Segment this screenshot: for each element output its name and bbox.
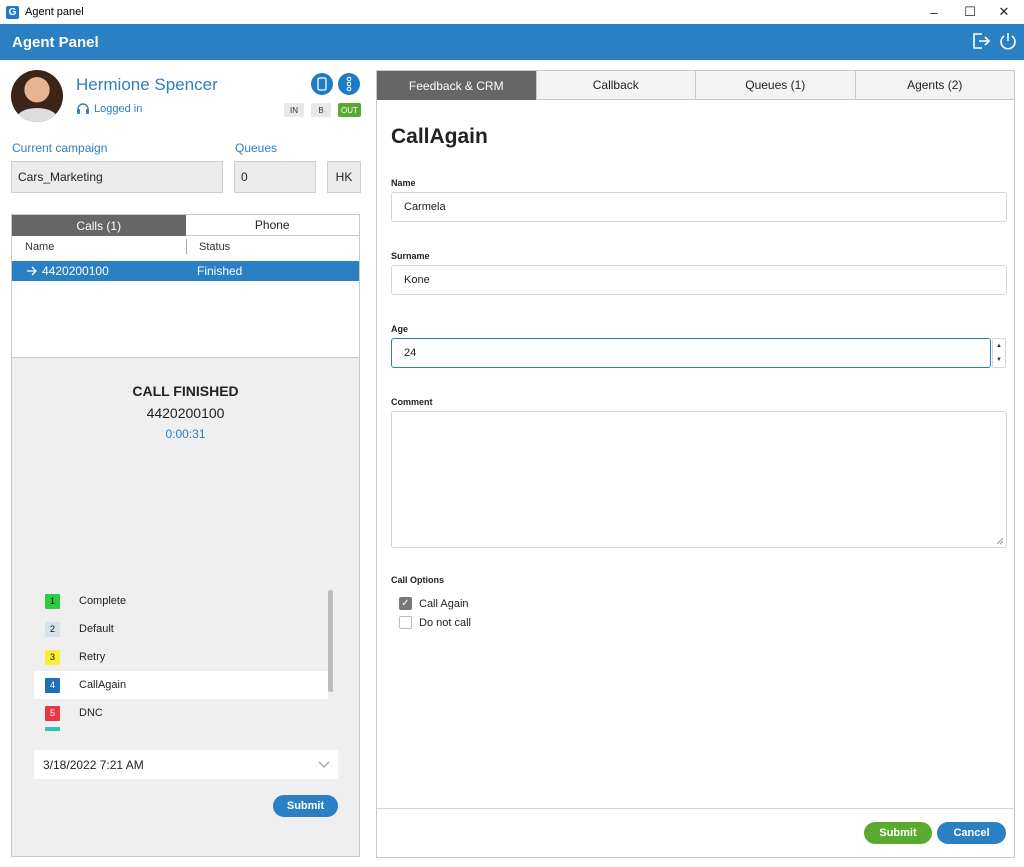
campaign-label: Current campaign (12, 141, 108, 155)
list-item[interactable]: 3 Retry (34, 643, 328, 671)
table-row[interactable]: 4420200100 Finished (12, 261, 359, 281)
disposition-label: CallAgain (79, 679, 127, 691)
queues-field: 0 (234, 161, 316, 193)
campaign-field: Cars_Marketing (11, 161, 223, 193)
mode-b-toggle[interactable]: B (311, 103, 331, 117)
disposition-label: Complete (79, 595, 127, 607)
calls-panel: Calls (1) Phone Name Status 4420200100 F… (11, 214, 360, 857)
logout-icon[interactable] (970, 30, 992, 52)
do-not-call-checkbox[interactable]: Do not call (399, 616, 471, 629)
name-label: Name (391, 178, 416, 188)
datetime-value: 3/18/2022 7:21 AM (43, 757, 144, 772)
stepper-down-icon[interactable]: ▼ (996, 357, 1002, 363)
surname-label: Surname (391, 251, 430, 261)
comment-textarea[interactable] (391, 411, 1007, 548)
more-vertical-icon (346, 76, 352, 92)
mode-out-toggle[interactable]: OUT (338, 103, 361, 117)
column-divider (186, 239, 187, 254)
app-header: Agent Panel (0, 24, 1024, 60)
header-title: Agent Panel (12, 33, 99, 51)
call-again-checkbox[interactable]: ✓ Call Again (399, 597, 469, 610)
mode-in-toggle[interactable]: IN (284, 103, 304, 117)
right-tabs: Feedback & CRM Callback Queues (1) Agent… (377, 71, 1014, 100)
age-field[interactable]: 24 (391, 338, 991, 368)
disposition-label: DNC (79, 707, 103, 719)
calls-tabs: Calls (1) Phone (12, 215, 359, 236)
surname-field[interactable]: Kone (391, 265, 1007, 295)
call-options-label: Call Options (391, 575, 445, 585)
comment-label: Comment (391, 397, 433, 407)
do-not-call-label: Do not call (419, 616, 471, 629)
tab-agents[interactable]: Agents (2) (855, 71, 1014, 100)
tab-calls[interactable]: Calls (1) (12, 215, 186, 236)
window-title: Agent panel (25, 6, 84, 18)
window-titlebar: G Agent panel – ☐ ✕ (0, 0, 1024, 24)
list-item[interactable]: 2 Default (34, 615, 328, 643)
stepper-up-icon[interactable]: ▲ (996, 343, 1002, 349)
power-icon[interactable] (997, 30, 1019, 52)
right-panel: Feedback & CRM Callback Queues (1) Agent… (376, 70, 1015, 858)
age-stepper[interactable]: ▲ ▼ (992, 338, 1006, 368)
cancel-button[interactable]: Cancel (937, 822, 1006, 844)
tab-phone[interactable]: Phone (185, 215, 359, 236)
disposition-number: 4 (45, 677, 60, 693)
call-number: 4420200100 (146, 405, 225, 421)
agent-status: Logged in (76, 102, 142, 116)
disposition-list: 1 Complete 2 Default 3 Retry 4 CallAgain… (34, 587, 328, 731)
column-header-name[interactable]: Name (25, 241, 54, 253)
tab-feedback-crm[interactable]: Feedback & CRM (377, 71, 537, 100)
name-field[interactable]: Carmela (391, 192, 1007, 222)
call-state: CALL FINISHED (132, 383, 239, 399)
options-button[interactable] (338, 73, 360, 95)
disposition-number: 5 (45, 705, 60, 721)
calls-list: Name Status 4420200100 Finished (12, 236, 359, 358)
age-label: Age (391, 324, 409, 334)
list-item[interactable]: 5 DNC (34, 699, 328, 727)
headset-icon (77, 103, 89, 114)
avatar (11, 70, 63, 122)
mobile-phone-icon (317, 77, 327, 91)
minimize-button[interactable]: – (914, 0, 954, 24)
close-button[interactable]: ✕ (984, 0, 1024, 24)
list-item[interactable]: 1 Complete (34, 587, 328, 615)
checkmark-icon: ✓ (399, 597, 412, 610)
left-submit-button[interactable]: Submit (273, 795, 338, 817)
resize-handle-icon[interactable] (996, 537, 1004, 545)
tab-queues[interactable]: Queues (1) (696, 71, 856, 100)
empty-checkbox-icon (399, 616, 412, 629)
tab-callback[interactable]: Callback (536, 71, 696, 100)
disposition-number: 2 (45, 621, 60, 637)
footer-divider (377, 808, 1014, 809)
chevron-down-icon (318, 761, 330, 768)
disposition-label: Retry (79, 651, 106, 663)
disposition-number: 1 (45, 593, 60, 609)
call-status-cell: Finished (197, 264, 243, 278)
mobile-button[interactable] (311, 73, 333, 95)
call-number-cell: 4420200100 (42, 264, 109, 278)
next-disposition-peek (45, 727, 60, 731)
left-panel: Hermione Spencer Logged in IN B OUT Curr… (0, 60, 370, 867)
app-logo-icon: G (6, 5, 19, 19)
arrow-right-icon (27, 266, 37, 276)
datetime-picker[interactable]: 3/18/2022 7:21 AM (34, 750, 338, 779)
agent-status-label: Logged in (94, 103, 143, 115)
column-header-status[interactable]: Status (199, 241, 230, 253)
submit-button[interactable]: Submit (864, 822, 932, 844)
queues-label: Queues (235, 141, 278, 155)
agent-name: Hermione Spencer (76, 75, 218, 94)
disposition-label: Default (79, 623, 114, 635)
hk-button[interactable]: HK (327, 161, 361, 193)
call-duration: 0:00:31 (165, 427, 206, 441)
call-again-label: Call Again (419, 597, 469, 610)
list-item[interactable]: 4 CallAgain (34, 671, 328, 699)
form-title: CallAgain (391, 125, 488, 148)
disposition-scrollbar[interactable] (328, 590, 333, 692)
disposition-number: 3 (45, 649, 60, 665)
